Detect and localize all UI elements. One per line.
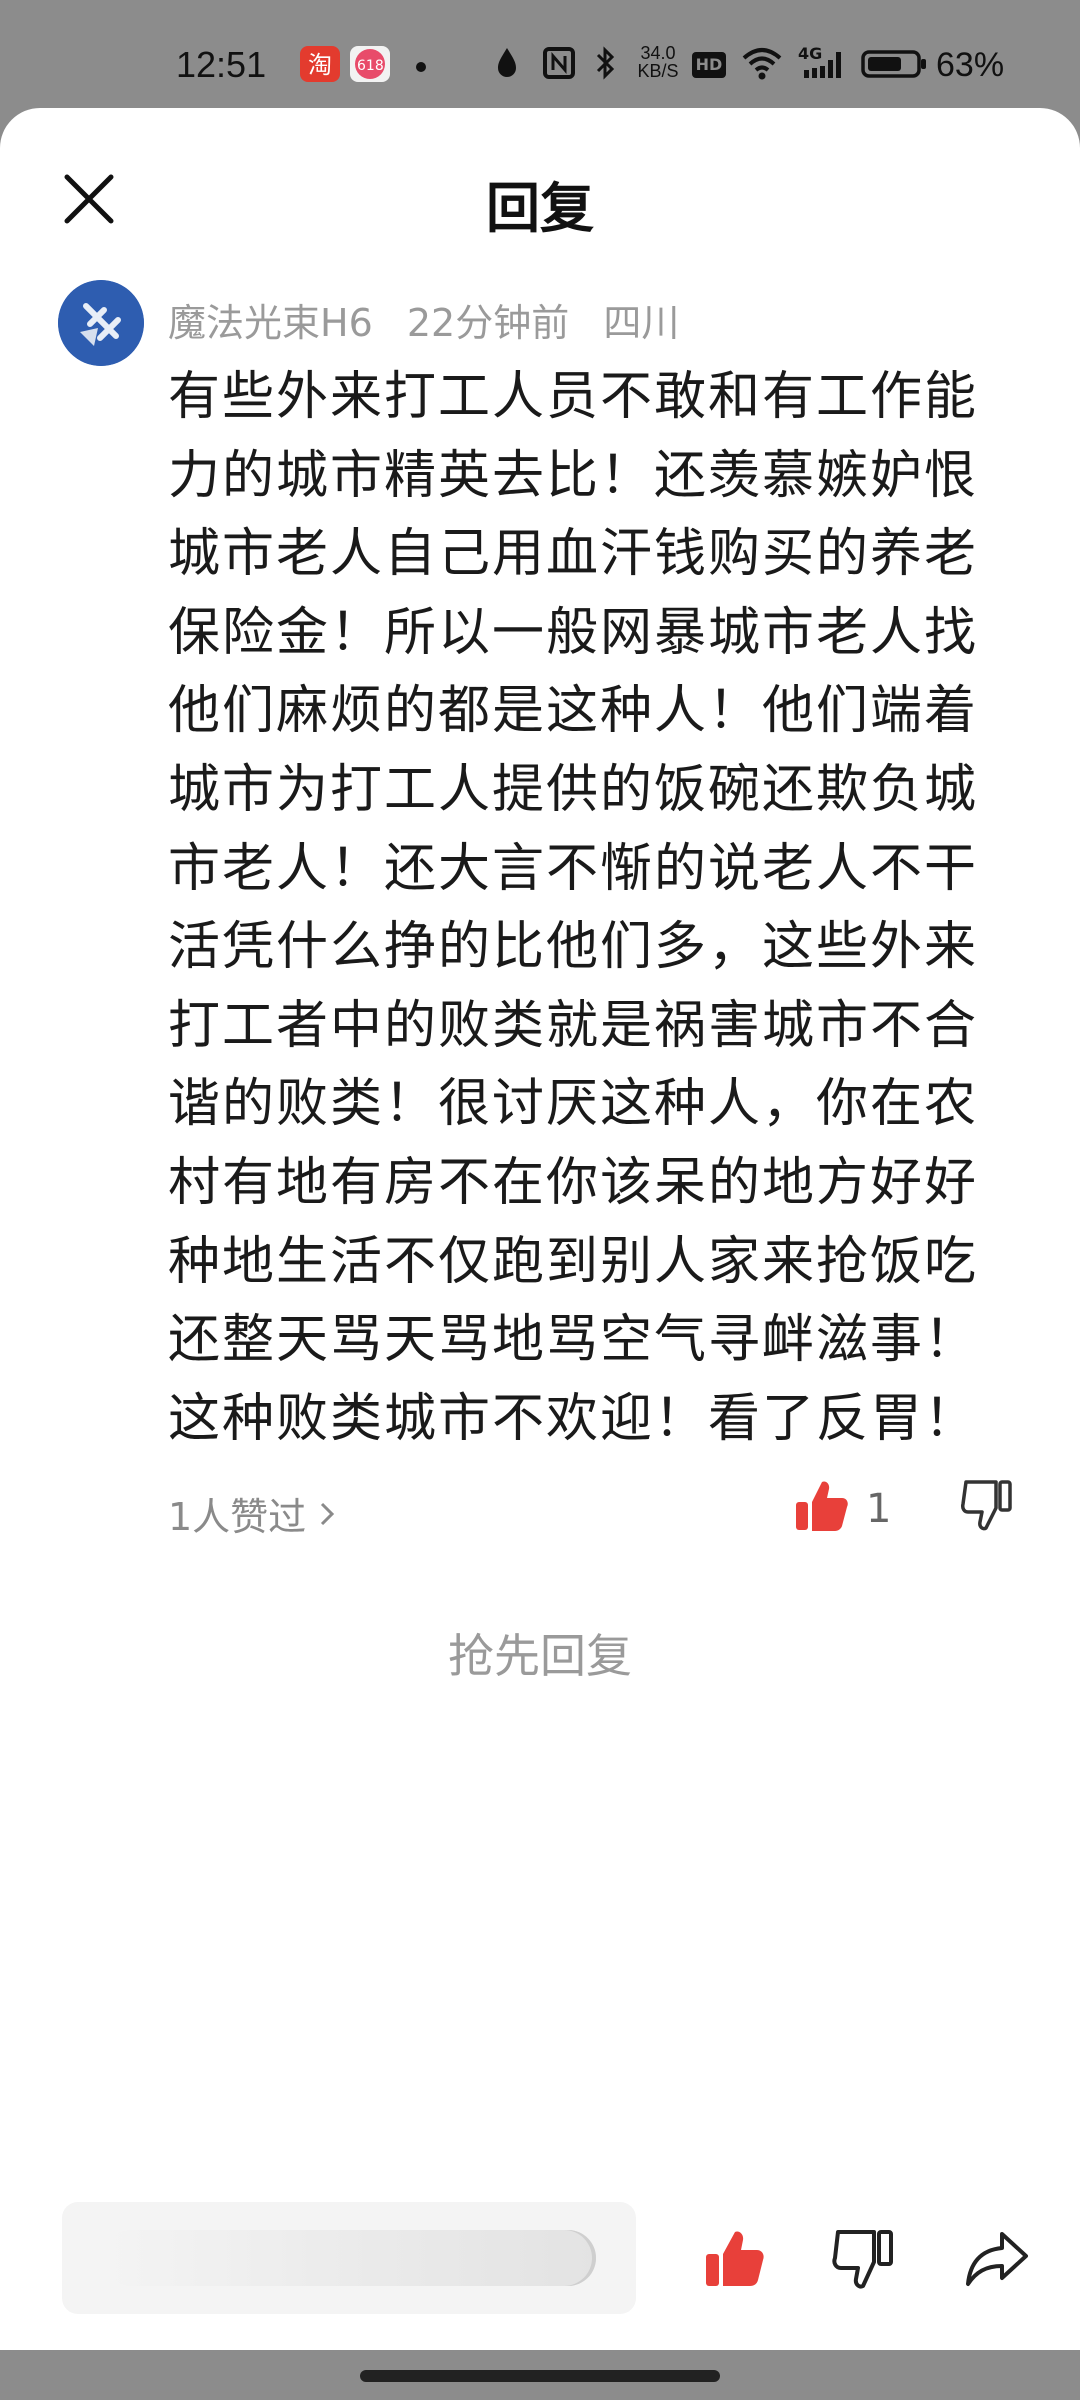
share-icon[interactable] bbox=[962, 2226, 1032, 2292]
signal-icon bbox=[804, 52, 841, 78]
svg-text:淘: 淘 bbox=[308, 51, 332, 79]
time-ago: 22分钟前 bbox=[406, 301, 570, 345]
comment-line: 村有地有房不在你该呆的地方好好 bbox=[168, 1152, 979, 1213]
comment-line: 他们麻烦的都是这种人！他们端着 bbox=[168, 681, 979, 742]
reply-first-button[interactable]: 抢先回复 bbox=[0, 1620, 1080, 1686]
wifi-icon bbox=[742, 48, 782, 80]
home-indicator[interactable] bbox=[360, 2370, 720, 2382]
avatar[interactable] bbox=[58, 280, 144, 366]
chevron-right-icon bbox=[321, 1502, 335, 1525]
comment-line: 还整天骂天骂地骂空气寻衅滋事！ bbox=[168, 1310, 979, 1371]
navigation-bar bbox=[0, 2350, 1080, 2400]
svg-text:618: 618 bbox=[357, 58, 384, 74]
reply-input-field[interactable] bbox=[102, 2230, 596, 2286]
comment-line: 保险金！所以一般网暴城市老人找 bbox=[168, 602, 979, 663]
comment-line: 市老人！还大言不惭的说老人不干 bbox=[168, 838, 979, 899]
location: 四川 bbox=[603, 301, 680, 345]
comment-line: 有些外来打工人员不敢和有工作能 bbox=[168, 367, 979, 427]
thumbs-up-icon[interactable] bbox=[792, 1476, 852, 1536]
reply-sheet: 回复 魔法光束H6 22分钟前 四川 有些外来打工人员不敢和有工作能 力的城市精… bbox=[0, 108, 1080, 2350]
comment-line: 种地生活不仅跑到别人家来抢饭吃 bbox=[168, 1231, 979, 1292]
like-count: 1 bbox=[866, 1486, 892, 1532]
comment-line: 这种败类城市不欢迎！看了反胃！ bbox=[168, 1388, 979, 1449]
reply-input[interactable] bbox=[62, 2202, 636, 2314]
bluetooth-icon bbox=[596, 46, 615, 80]
comment-line: 打工者中的败类就是祸害城市不合 bbox=[168, 995, 979, 1056]
thumbs-down-icon[interactable] bbox=[828, 2224, 898, 2294]
drop-icon bbox=[498, 48, 516, 77]
hd-icon: HD bbox=[692, 52, 726, 78]
battery-percent: 63% bbox=[936, 46, 1005, 84]
comment-line: 谐的败类！很讨厌这种人，你在农 bbox=[168, 1074, 979, 1135]
speed-icon: 34.0 KB/S bbox=[637, 43, 679, 81]
comment-line: 力的城市精英去比！还羡慕嫉妒恨 bbox=[168, 445, 979, 506]
comment-meta: 魔法光束H6 22分钟前 四川 bbox=[168, 292, 701, 347]
status-bar: 12:51 淘 618 34.0 KB/S HD 4G 63% bbox=[0, 0, 1080, 110]
author-name[interactable]: 魔法光束H6 bbox=[168, 301, 373, 345]
likes-summary-label: 1人赞过 bbox=[168, 1495, 307, 1539]
page-title: 回复 bbox=[486, 177, 594, 240]
thumbs-down-icon[interactable] bbox=[956, 1474, 1016, 1534]
comment-line: 城市为打工人提供的饭碗还欺负城 bbox=[168, 759, 979, 820]
thumbs-up-icon[interactable] bbox=[702, 2226, 768, 2292]
jet-avatar-icon bbox=[58, 280, 144, 366]
battery-icon bbox=[861, 50, 926, 78]
status-time: 12:51 bbox=[176, 44, 267, 85]
dot-icon bbox=[416, 62, 426, 72]
comment-line: 城市老人自己用血汗钱购买的养老 bbox=[168, 524, 979, 585]
nfc-icon bbox=[543, 47, 575, 79]
618-app-icon: 618 bbox=[350, 46, 390, 82]
taobao-app-icon: 淘 bbox=[300, 46, 340, 82]
comment-line: 活凭什么挣的比他们多，这些外来 bbox=[168, 917, 979, 978]
comment-body: 有些外来打工人员不敢和有工作能 力的城市精英去比！还羡慕嫉妒恨 城市老人自己用血… bbox=[168, 358, 998, 1458]
likes-summary[interactable]: 1人赞过 bbox=[168, 1486, 336, 1541]
